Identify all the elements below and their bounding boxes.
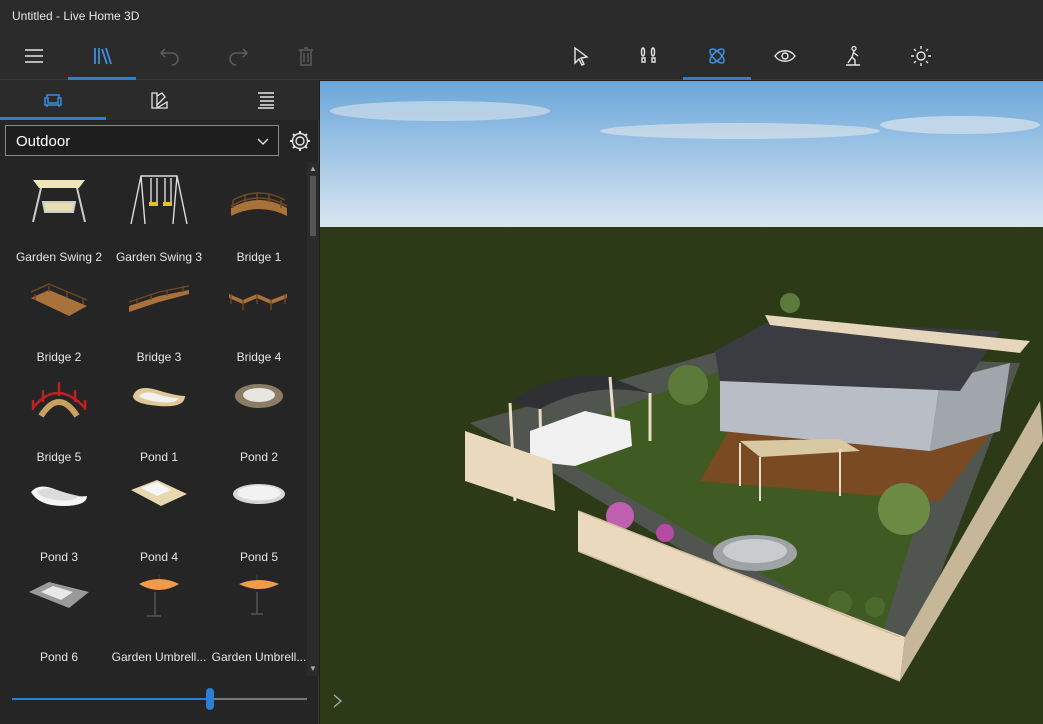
umbrella-2-icon xyxy=(239,574,279,615)
title-bar: Untitled - Live Home 3D xyxy=(0,0,1043,32)
swing-canopy-icon xyxy=(32,180,86,223)
library-item-label: Pond 4 xyxy=(139,550,179,564)
library-item-label: Pond 2 xyxy=(239,450,279,464)
library-item[interactable]: Pond 2 xyxy=(209,366,306,466)
library-item-label: Bridge 1 xyxy=(236,250,282,264)
library-item-label: Bridge 4 xyxy=(236,350,282,364)
bridge-arched-icon xyxy=(230,192,288,216)
library-item-grid: Garden Swing 2 Garden Swing 3 Bridge 1 B… xyxy=(0,162,306,676)
library-item[interactable]: Pond 5 xyxy=(209,466,306,566)
select-arrow-icon xyxy=(574,46,589,66)
library-item[interactable]: Pond 6 xyxy=(9,566,109,666)
pond-square-icon xyxy=(131,480,187,506)
scroll-down-icon[interactable]: ▼ xyxy=(307,664,319,674)
3d-scene xyxy=(320,81,1043,724)
3d-view[interactable] xyxy=(320,81,1043,724)
library-item-label: Pond 5 xyxy=(239,550,279,564)
orbit-tool-button[interactable] xyxy=(683,32,751,80)
select-tool-button[interactable] xyxy=(547,32,615,80)
redo-button[interactable] xyxy=(204,32,272,80)
library-item-label: Pond 1 xyxy=(139,450,179,464)
library-icon xyxy=(94,47,112,65)
pond-white-icon xyxy=(31,486,87,506)
library-item-label: Garden Swing 3 xyxy=(115,250,203,264)
library-item-label: Pond 3 xyxy=(39,550,79,564)
tab-project[interactable] xyxy=(213,80,319,120)
swing-frame-icon xyxy=(130,175,188,225)
library-item[interactable]: Bridge 2 xyxy=(9,266,109,366)
library-item-label: Bridge 2 xyxy=(36,350,82,364)
window-title: Untitled - Live Home 3D xyxy=(12,9,140,23)
chevron-right-icon[interactable] xyxy=(331,693,345,709)
pond-stone-icon xyxy=(29,582,89,608)
library-item-label: Pond 6 xyxy=(39,650,79,664)
library-item-label: Garden Umbrell... xyxy=(211,650,306,664)
tab-materials[interactable] xyxy=(106,80,212,120)
bridge-flat-icon xyxy=(30,283,88,316)
pond-oval-icon xyxy=(233,484,285,504)
walk-person-icon xyxy=(846,45,860,66)
pond-tan-icon xyxy=(133,388,185,407)
library-item[interactable]: Garden Swing 2 xyxy=(9,166,109,266)
bridge-long-icon xyxy=(128,285,190,312)
view-tool-button[interactable] xyxy=(751,32,819,80)
library-item-label: Garden Swing 2 xyxy=(15,250,103,264)
chevron-down-icon xyxy=(257,138,269,145)
materials-swatch-icon xyxy=(151,92,168,109)
library-item[interactable]: Bridge 1 xyxy=(209,166,306,266)
main-toolbar xyxy=(0,32,1043,80)
undo-icon xyxy=(159,48,179,66)
library-tabs xyxy=(0,80,319,120)
scrollbar-thumb[interactable] xyxy=(310,176,316,236)
library-item[interactable]: Garden Swing 3 xyxy=(109,166,209,266)
menu-button[interactable] xyxy=(0,32,68,80)
slider-fill xyxy=(12,698,210,700)
redo-icon xyxy=(229,48,249,66)
lighting-tool-button[interactable] xyxy=(887,32,955,80)
eye-icon xyxy=(774,50,796,62)
scroll-up-icon[interactable]: ▲ xyxy=(307,164,319,174)
category-value: Outdoor xyxy=(16,133,71,150)
library-item[interactable]: Pond 1 xyxy=(109,366,209,466)
library-item-label: Bridge 5 xyxy=(36,450,82,464)
delete-icon xyxy=(299,47,313,66)
tab-furniture[interactable] xyxy=(0,80,106,120)
walkthrough-feet-icon xyxy=(640,47,656,63)
bridge-red-icon xyxy=(31,382,87,418)
library-panel: Outdoor Garden Swing 2 Garden Swing 3 Br… xyxy=(0,80,319,724)
library-button[interactable] xyxy=(68,32,136,80)
library-item[interactable]: Garden Umbrell... xyxy=(109,566,209,666)
furniture-armchair-icon xyxy=(44,94,62,107)
undo-button[interactable] xyxy=(136,32,204,80)
library-item[interactable]: Pond 4 xyxy=(109,466,209,566)
library-item-label: Garden Umbrell... xyxy=(111,650,207,664)
umbrella-1-icon xyxy=(139,574,179,617)
delete-button[interactable] xyxy=(272,32,340,80)
slider-knob[interactable] xyxy=(206,688,214,710)
library-item[interactable]: Garden Umbrell... xyxy=(209,566,306,666)
project-list-icon xyxy=(258,92,274,109)
category-dropdown[interactable]: Outdoor xyxy=(5,125,279,156)
library-item[interactable]: Bridge 5 xyxy=(9,366,109,466)
sun-icon xyxy=(911,46,931,66)
category-bar: Outdoor xyxy=(0,120,319,160)
library-item-label: Bridge 3 xyxy=(136,350,182,364)
walkthrough-tool-button[interactable] xyxy=(615,32,683,80)
pond-rock-icon xyxy=(235,384,283,408)
library-item[interactable]: Pond 3 xyxy=(9,466,109,566)
bridge-zigzag-icon xyxy=(229,294,287,310)
library-scrollbar[interactable]: ▲ ▼ xyxy=(307,162,319,676)
library-item[interactable]: Bridge 4 xyxy=(209,266,306,366)
orbit-icon xyxy=(709,48,725,64)
walk-tool-button[interactable] xyxy=(819,32,887,80)
menu-icon xyxy=(25,49,43,63)
library-item[interactable]: Bridge 3 xyxy=(109,266,209,366)
gear-icon[interactable] xyxy=(287,128,313,154)
thumbnail-size-slider[interactable] xyxy=(12,688,307,710)
